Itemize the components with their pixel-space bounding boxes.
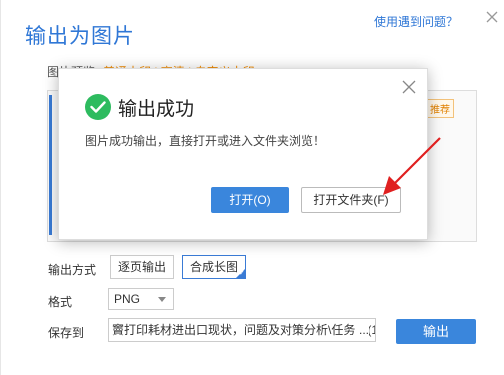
annotation-arrow-icon xyxy=(383,137,441,195)
